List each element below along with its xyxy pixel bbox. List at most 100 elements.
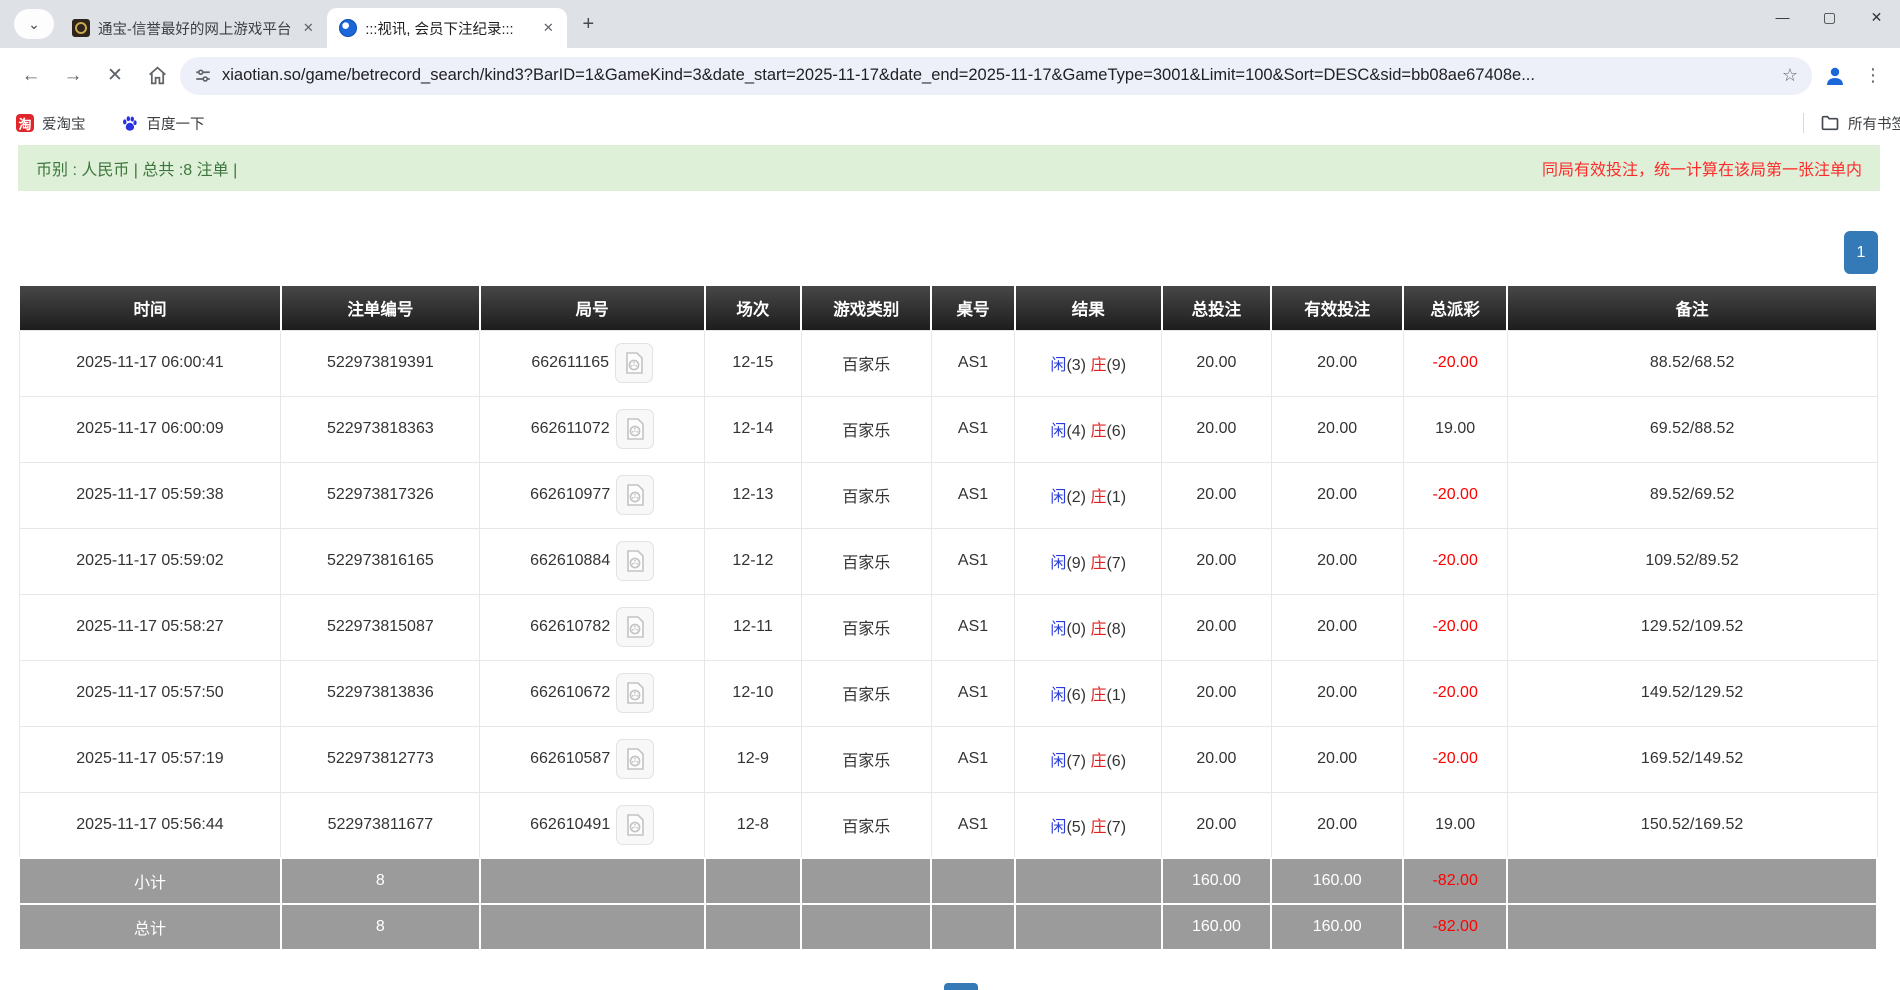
time-cell: 2025-11-17 05:57:19	[19, 726, 281, 792]
time-cell: 2025-11-17 06:00:41	[19, 330, 281, 396]
tongbao-favicon-icon	[72, 19, 90, 37]
total-bet-cell[interactable]: 20.00	[1162, 660, 1272, 726]
video-replay-button[interactable]	[616, 409, 654, 449]
banker-score: (8)	[1106, 621, 1126, 638]
tab-bet-records[interactable]: :::视讯, 会员下注纪录::: ✕	[327, 8, 567, 48]
table-row: 2025-11-17 05:56:44 522973811677 6626104…	[19, 792, 1877, 858]
table-row: 2025-11-17 05:57:50 522973813836 6626106…	[19, 660, 1877, 726]
profile-avatar-icon	[1823, 64, 1847, 88]
close-button[interactable]: ✕	[1853, 0, 1900, 34]
player-score: (0)	[1066, 621, 1086, 638]
video-replay-button[interactable]	[616, 805, 654, 845]
all-bookmarks-label: 所有书签	[1848, 113, 1900, 134]
table-row: 2025-11-17 06:00:41 522973819391 6626111…	[19, 330, 1877, 396]
round-number: 662611165	[531, 354, 609, 372]
tab-tongbao[interactable]: 通宝-信誉最好的网上游戏平台 ✕	[60, 8, 327, 48]
note-cell: 150.52/169.52	[1507, 792, 1877, 858]
total-row: 总计 8 160.00 160.00 -82.00	[19, 904, 1877, 950]
video-replay-button[interactable]	[616, 607, 654, 647]
banker-label: 庄	[1090, 753, 1106, 770]
video-replay-button[interactable]	[616, 673, 654, 713]
round-number: 662611072	[531, 420, 610, 438]
bet-id-cell: 522973816165	[281, 528, 480, 594]
player-label: 闲	[1050, 555, 1066, 572]
all-bookmarks-button[interactable]: 所有书签	[1820, 113, 1900, 134]
session-cell: 12-12	[705, 528, 802, 594]
video-replay-button[interactable]	[616, 475, 654, 515]
payout-cell: -20.00	[1403, 462, 1507, 528]
note-cell: 129.52/109.52	[1507, 594, 1877, 660]
total-bet-cell[interactable]: 20.00	[1162, 726, 1272, 792]
pagination-bottom-button[interactable]	[944, 983, 978, 990]
table-row: 2025-11-17 05:57:19 522973812773 6626105…	[19, 726, 1877, 792]
tab-close-icon[interactable]: ✕	[299, 19, 317, 37]
total-count: 8	[281, 904, 480, 950]
page-1-button[interactable]: 1	[1844, 231, 1878, 274]
total-total-bet: 160.00	[1162, 904, 1272, 950]
payout-cell: 19.00	[1403, 396, 1507, 462]
video-replay-button[interactable]	[615, 343, 653, 383]
total-bet-cell[interactable]: 20.00	[1162, 462, 1272, 528]
total-bet-cell[interactable]: 20.00	[1162, 792, 1272, 858]
profile-button[interactable]	[1816, 57, 1854, 95]
total-bet-cell[interactable]: 20.00	[1162, 396, 1272, 462]
maximize-button[interactable]: ▢	[1806, 0, 1853, 34]
url-text[interactable]: xiaotian.so/game/betrecord_search/kind3?…	[222, 66, 1772, 85]
banker-score: (1)	[1106, 687, 1126, 704]
stop-button[interactable]: ✕	[96, 57, 134, 95]
game-type-cell: 百家乐	[801, 396, 931, 462]
film-record-icon	[624, 483, 646, 507]
player-score: (2)	[1066, 489, 1086, 506]
forward-button[interactable]: →	[54, 57, 92, 95]
header-bet-id: 注单编号	[281, 286, 480, 330]
result-cell: 闲(3) 庄(9)	[1015, 330, 1162, 396]
home-button[interactable]	[138, 57, 176, 95]
payout-cell: -20.00	[1403, 660, 1507, 726]
folder-icon	[1820, 113, 1840, 133]
result-cell: 闲(9) 庄(7)	[1015, 528, 1162, 594]
new-tab-button[interactable]: +	[573, 9, 603, 39]
banker-score: (6)	[1106, 753, 1126, 770]
session-cell: 12-9	[705, 726, 802, 792]
player-label: 闲	[1050, 687, 1066, 704]
back-button[interactable]: ←	[12, 57, 50, 95]
video-replay-button[interactable]	[616, 541, 654, 581]
subtotal-row: 小计 8 160.00 160.00 -82.00	[19, 858, 1877, 904]
chevron-down-icon: ⌄	[28, 16, 40, 33]
address-bar[interactable]: xiaotian.so/game/betrecord_search/kind3?…	[180, 57, 1812, 95]
tab-search-button[interactable]: ⌄	[14, 9, 54, 39]
film-record-icon	[624, 549, 646, 573]
banker-score: (9)	[1106, 357, 1126, 374]
baidu-paw-icon	[120, 114, 139, 133]
note-cell: 149.52/129.52	[1507, 660, 1877, 726]
player-label: 闲	[1050, 357, 1066, 374]
banker-label: 庄	[1090, 357, 1106, 374]
bookmark-aitaobao[interactable]: 淘 爱淘宝	[16, 113, 86, 134]
note-cell: 169.52/149.52	[1507, 726, 1877, 792]
minimize-button[interactable]: —	[1759, 0, 1806, 34]
total-bet-cell[interactable]: 20.00	[1162, 528, 1272, 594]
table-no-cell: AS1	[931, 660, 1015, 726]
bookmark-star-icon[interactable]: ☆	[1782, 65, 1798, 86]
site-info-icon[interactable]	[194, 67, 212, 85]
video-replay-button[interactable]	[616, 739, 654, 779]
session-cell: 12-11	[705, 594, 802, 660]
film-record-icon	[623, 351, 645, 375]
round-cell: 662610884	[480, 528, 705, 594]
tab-close-icon[interactable]: ✕	[539, 19, 557, 37]
bookmark-baidu[interactable]: 百度一下	[120, 113, 205, 134]
session-cell: 12-13	[705, 462, 802, 528]
bet-id-cell: 522973811677	[281, 792, 480, 858]
total-bet-cell[interactable]: 20.00	[1162, 330, 1272, 396]
total-bet-cell[interactable]: 20.00	[1162, 594, 1272, 660]
player-label: 闲	[1050, 819, 1066, 836]
session-cell: 12-8	[705, 792, 802, 858]
browser-menu-button[interactable]: ⋮	[1858, 57, 1888, 95]
table-body: 2025-11-17 06:00:41 522973819391 6626111…	[19, 330, 1877, 950]
valid-bet-cell: 20.00	[1271, 528, 1403, 594]
bet-id-cell: 522973813836	[281, 660, 480, 726]
player-label: 闲	[1050, 423, 1066, 440]
game-type-cell: 百家乐	[801, 330, 931, 396]
bookmark-label: 爱淘宝	[42, 113, 86, 134]
game-type-cell: 百家乐	[801, 528, 931, 594]
